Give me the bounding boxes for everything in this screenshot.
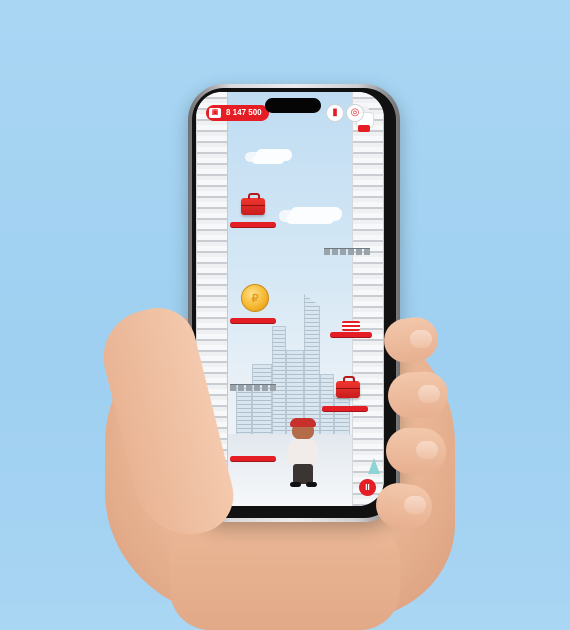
fingernail <box>418 385 440 403</box>
player-hat <box>290 418 316 427</box>
player-shoe <box>306 482 317 487</box>
player-character <box>284 418 324 488</box>
platform-spring <box>330 332 372 337</box>
rival-legs <box>358 125 370 132</box>
coin: ₽ <box>241 284 269 312</box>
game-screen[interactable]: ₽ ▣ 8 147 500 ▮ ◎ II <box>196 92 384 506</box>
briefcase-icon <box>241 193 265 215</box>
broken-platform <box>230 384 276 391</box>
tree <box>368 458 380 474</box>
broken-platform <box>324 248 370 255</box>
platform <box>230 456 276 461</box>
spring-icon <box>342 321 360 331</box>
player-legs <box>293 464 313 484</box>
platform <box>230 318 276 323</box>
right-tower <box>352 92 384 506</box>
briefcase-icon <box>336 376 360 398</box>
player-shoe <box>290 482 301 487</box>
cup-icon[interactable]: ▮ <box>326 104 344 122</box>
dynamic-island <box>265 98 321 113</box>
hand-wrist <box>170 520 400 630</box>
score-badge: ▣ 8 147 500 <box>206 105 269 121</box>
fingernail <box>404 496 426 514</box>
platform <box>230 222 276 227</box>
cloud <box>286 214 334 224</box>
pause-button[interactable]: II <box>359 479 376 496</box>
fingernail <box>416 441 438 459</box>
target-icon[interactable]: ◎ <box>346 104 364 122</box>
player-body <box>288 439 318 465</box>
wallet-icon: ▣ <box>209 108 221 118</box>
coin-glyph: ₽ <box>251 292 259 305</box>
fingernail <box>410 330 432 348</box>
platform <box>322 406 368 411</box>
cloud <box>252 156 284 164</box>
pause-icon: II <box>365 483 370 492</box>
score-value: 8 147 500 <box>226 108 262 117</box>
